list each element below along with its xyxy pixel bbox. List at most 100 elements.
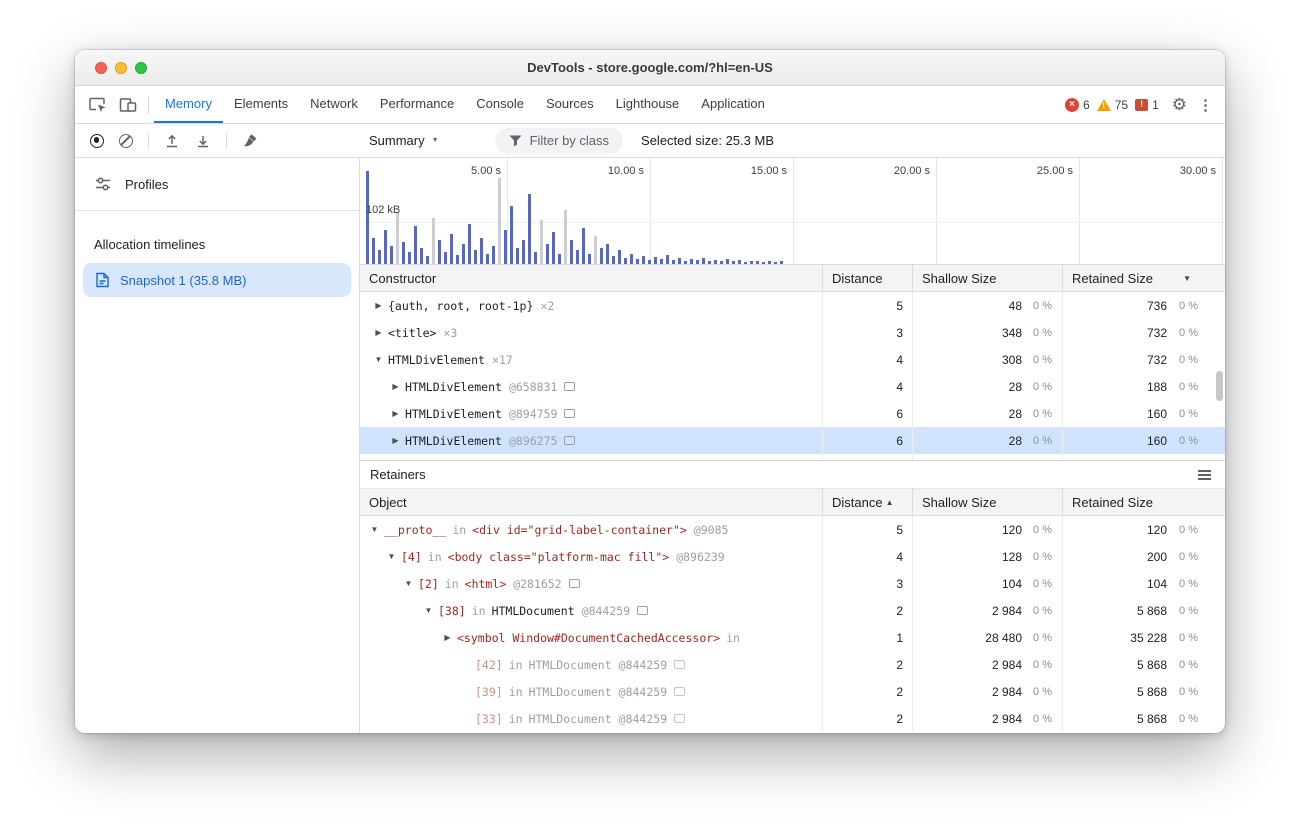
settings-gear-icon[interactable]: ⚙ (1172, 95, 1187, 115)
retainer-object: HTMLDocument (529, 685, 612, 699)
reveal-in-elements-icon[interactable] (637, 606, 648, 615)
record-allocation-icon[interactable] (90, 134, 104, 148)
constructor-row[interactable]: ▶ HTMLDivElement @894759 6 280 % 1600 % (360, 400, 1225, 427)
tree-arrow-icon[interactable]: ▶ (389, 382, 402, 391)
tree-arrow-icon[interactable]: ▶ (372, 328, 385, 337)
tab-memory[interactable]: Memory (154, 86, 223, 123)
object-id: @896275 (509, 434, 557, 448)
tab-elements[interactable]: Elements (223, 86, 299, 123)
column-header-constructor[interactable]: Constructor (360, 265, 822, 291)
retainer-row[interactable]: [42] in HTMLDocument @844259 2 2 9840 % … (360, 651, 1225, 678)
retainer-row[interactable]: ▼ [4] in <body class="platform-mac fill"… (360, 543, 1225, 570)
issues-badge[interactable]: ! 1 (1135, 98, 1159, 112)
constructor-row[interactable]: ▶ {auth, root, root-1p} ×2 5 480 % 7360 … (360, 292, 1225, 319)
tab-performance[interactable]: Performance (369, 86, 465, 123)
retained-size-pct: 0 % (1167, 327, 1225, 339)
tree-arrow-icon[interactable]: ▶ (441, 633, 454, 642)
kebab-menu-icon[interactable]: ⋮ (1198, 96, 1213, 114)
profiles-header: Profiles (75, 158, 359, 211)
column-header-distance[interactable]: Distance ▲ (822, 489, 912, 515)
reveal-in-elements-icon[interactable] (569, 579, 580, 588)
retainer-row[interactable]: ▼ [2] in <html> @281652 3 1040 % 1040 % (360, 570, 1225, 597)
retained-size-pct: 0 % (1167, 435, 1225, 447)
column-header-distance[interactable]: Distance (822, 265, 912, 291)
tab-sources[interactable]: Sources (535, 86, 605, 123)
perspective-select[interactable]: Summary ▼ (369, 133, 439, 148)
instance-count: ×2 (540, 299, 554, 313)
reveal-in-elements-icon[interactable] (674, 714, 685, 723)
edge-name: [4] (401, 550, 422, 564)
reveal-in-elements-icon[interactable] (674, 660, 685, 669)
retainers-grid-body: ▼ __proto__ in <div id="grid-label-conta… (360, 516, 1225, 733)
object-id: @844259 (619, 658, 667, 672)
retained-size-pct: 0 % (1167, 300, 1225, 312)
tree-arrow-icon[interactable]: ▼ (385, 552, 398, 561)
shallow-size-value: 28 (1009, 434, 1022, 448)
clear-all-broom-icon[interactable] (242, 133, 258, 149)
tree-arrow-icon[interactable]: ▼ (422, 606, 435, 615)
snapshot-label: Snapshot 1 (35.8 MB) (120, 273, 246, 288)
tree-arrow-icon[interactable]: ▼ (372, 355, 385, 364)
tab-console[interactable]: Console (465, 86, 535, 123)
reveal-in-elements-icon[interactable] (674, 687, 685, 696)
device-toolbar-button[interactable] (113, 86, 143, 123)
column-header-retained-size[interactable]: Retained Size ▼ (1062, 265, 1225, 291)
error-badge[interactable]: × 6 (1065, 98, 1090, 112)
shallow-size-value: 308 (1002, 353, 1022, 367)
close-button[interactable] (95, 62, 107, 74)
minimize-button[interactable] (115, 62, 127, 74)
tree-arrow-icon[interactable]: ▶ (389, 409, 402, 418)
retainer-row[interactable]: [39] in HTMLDocument @844259 2 2 9840 % … (360, 678, 1225, 705)
reveal-in-elements-icon[interactable] (564, 436, 575, 445)
distance-value: 4 (896, 353, 903, 367)
column-header-shallow-size[interactable]: Shallow Size (912, 265, 1062, 291)
tree-arrow-icon[interactable]: ▼ (402, 579, 415, 588)
error-count: 6 (1083, 98, 1090, 112)
filter-funnel-icon (509, 135, 522, 147)
zoom-button[interactable] (135, 62, 147, 74)
class-filter-input[interactable]: Filter by class (495, 128, 623, 154)
tree-arrow-icon[interactable]: ▶ (372, 301, 385, 310)
constructor-row[interactable]: ▼ HTMLDivElement ×17 4 3080 % 7320 % (360, 346, 1225, 373)
allocation-timeline-overview[interactable]: 5.00 s10.00 s15.00 s20.00 s25.00 s30.00 … (360, 158, 1225, 265)
retainer-row[interactable]: ▼ __proto__ in <div id="grid-label-conta… (360, 516, 1225, 543)
distance-value: 6 (896, 407, 903, 421)
memory-toolbar: Summary ▼ Filter by class Selected size:… (75, 124, 1225, 158)
constructor-row[interactable]: ▶ HTMLDivElement (360, 454, 1225, 460)
tree-arrow-icon[interactable]: ▼ (368, 525, 381, 534)
constructor-row-selected[interactable]: ▶ HTMLDivElement @896275 6 280 % 1600 % (360, 427, 1225, 454)
retainer-row[interactable]: ▶ <symbol Window#DocumentCachedAccessor>… (360, 624, 1225, 651)
constructor-row[interactable]: ▶ <title> ×3 3 3480 % 7320 % (360, 319, 1225, 346)
sidebar-item-snapshot-1[interactable]: Snapshot 1 (35.8 MB) (83, 263, 351, 297)
inspect-icon (89, 97, 107, 113)
vertical-scrollbar-thumb[interactable] (1216, 371, 1223, 401)
warning-badge[interactable]: ! 75 (1097, 98, 1128, 112)
tab-network[interactable]: Network (299, 86, 369, 123)
edge-name: [38] (438, 604, 466, 618)
hamburger-menu-icon[interactable] (1198, 474, 1211, 476)
tree-arrow-icon[interactable]: ▶ (389, 436, 402, 445)
tab-bar: Memory Elements Network Performance Cons… (75, 86, 1225, 124)
column-header-shallow-size[interactable]: Shallow Size (912, 489, 1062, 515)
clear-profiles-icon[interactable] (119, 134, 133, 148)
save-profile-icon[interactable] (195, 133, 211, 149)
load-profile-icon[interactable] (164, 133, 180, 149)
retainer-row[interactable]: [33] in HTMLDocument @844259 2 2 9840 % … (360, 705, 1225, 732)
sort-desc-icon: ▼ (1183, 274, 1191, 283)
edge-name: [33] (475, 712, 503, 726)
retainer-row[interactable]: ▼ [38] in HTMLDocument @844259 2 2 9840 … (360, 597, 1225, 624)
main-area: Profiles Allocation timelines Snapshot 1… (75, 158, 1225, 733)
timeline-gridline (360, 222, 1225, 223)
reveal-in-elements-icon[interactable] (564, 382, 575, 391)
tab-application[interactable]: Application (690, 86, 776, 123)
reveal-in-elements-icon[interactable] (564, 409, 575, 418)
distance-value: 5 (896, 299, 903, 313)
tab-lighthouse[interactable]: Lighthouse (605, 86, 691, 123)
retained-size-value: 160 (1147, 407, 1167, 421)
column-header-object[interactable]: Object (360, 489, 822, 515)
constructor-row[interactable]: ▶ HTMLDivElement @658831 4 280 % 1880 % (360, 373, 1225, 400)
inspect-element-button[interactable] (83, 86, 113, 123)
retained-size-value: 736 (1147, 299, 1167, 313)
column-header-retained-size[interactable]: Retained Size (1062, 489, 1225, 515)
allocation-timelines-label: Allocation timelines (75, 211, 359, 252)
